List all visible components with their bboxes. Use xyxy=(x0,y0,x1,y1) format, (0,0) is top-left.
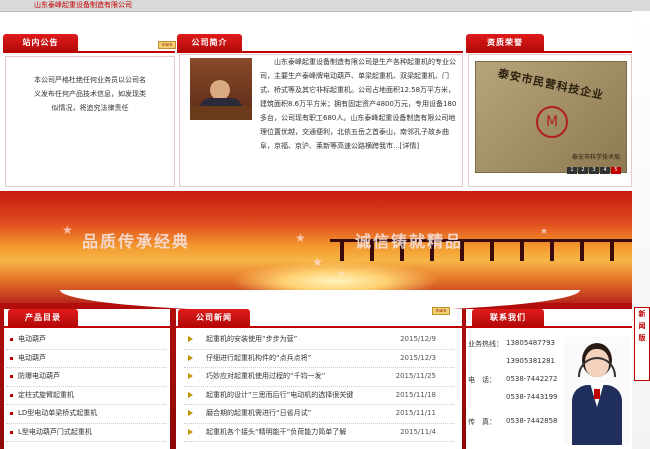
product-item[interactable]: LD型电动单梁桥式起重机 xyxy=(6,405,166,424)
slogan-right: 诚信铸就精品 xyxy=(355,232,464,251)
star-icon: ★ xyxy=(62,223,73,237)
person-head xyxy=(210,80,230,100)
right-margin xyxy=(632,11,650,449)
service-avatar xyxy=(564,337,630,445)
about-panel: 公司简介 山东泰峰起重设备制造有限公司是生产各种起重机的专业公司，主要生产泰峰牌… xyxy=(177,34,463,187)
fax-number: 0538-7442858 xyxy=(506,417,558,425)
contact-info: 业务热线： 13805487793 13905381281 电 话： 0538-… xyxy=(468,331,568,449)
news-title[interactable]: 起重机各个接头“精明能干”负荷能力简单了解 xyxy=(206,424,346,442)
pager-1[interactable]: 1 xyxy=(567,167,577,174)
tie xyxy=(594,389,600,399)
contact-panel: 联系我们 业务热线： 13805487793 13905381281 电 话： … xyxy=(466,309,632,449)
news-title[interactable]: 起重机的安装使用“步步为营” xyxy=(206,331,297,349)
news-item[interactable]: 起重机各个接头“精明能干”负荷能力简单了解 2015/11/4 xyxy=(184,424,454,442)
sound-icon xyxy=(188,336,193,342)
sound-icon xyxy=(188,391,193,398)
news-item[interactable]: 磨合期的起重机需进行“日省月试” 2015/11/11 xyxy=(184,405,454,424)
notice-panel: 站内公告 more 本公司严格杜绝任何业务员以公司名义发布任何产品技术信息，如发… xyxy=(3,34,176,187)
products-divider xyxy=(4,326,170,328)
slogan-left: 品质传承经典 xyxy=(82,232,191,251)
banner: 品质传承经典 诚信铸就精品 ★ ★ ★ ★ ★ xyxy=(0,191,632,303)
hotline-1: 13805487793 xyxy=(506,339,555,347)
news-title[interactable]: 巧妙应对起重机使用过程的“千钧一发” xyxy=(206,368,325,386)
notice-divider xyxy=(3,51,175,53)
fax-label: 传 真： xyxy=(468,418,496,426)
honor-tab[interactable]: 资质荣誉 xyxy=(466,34,544,51)
star-icon: ★ xyxy=(540,227,549,237)
pager-3[interactable]: 3 xyxy=(589,167,599,174)
news-date: 2015/12/9 xyxy=(400,335,436,343)
product-item[interactable]: 防爆电动葫芦 xyxy=(6,368,166,387)
news-title[interactable]: 起重机的设计“三思而后行”电动机的选择很关键 xyxy=(206,387,353,405)
news-title[interactable]: 磨合期的起重机需进行“日省月试” xyxy=(206,405,311,423)
star-icon: ★ xyxy=(312,255,323,269)
plaque-sub: 泰安市科学技术局 xyxy=(571,154,620,161)
news-date: 2015/11/11 xyxy=(395,409,436,417)
company-name: 山东泰峰起重设备制造有限公司 xyxy=(34,1,132,9)
notice-more-button[interactable]: more xyxy=(158,41,176,49)
sound-icon xyxy=(188,428,193,435)
about-divider xyxy=(177,51,463,53)
phone-label: 电 话： xyxy=(468,376,496,384)
product-item[interactable]: 电动葫芦 xyxy=(6,331,166,350)
plaque-text: 泰安市民营科技企业 xyxy=(496,66,606,103)
product-item[interactable]: L型电动葫芦门式起重机 xyxy=(6,424,166,442)
contact-divider xyxy=(466,326,632,328)
honor-divider xyxy=(466,51,632,53)
news-date: 2015/11/18 xyxy=(395,390,436,399)
side-news-tab[interactable]: 新 闻 版 xyxy=(634,307,650,381)
phone-1: 0538-7442272 xyxy=(506,375,558,383)
star-icon: ★ xyxy=(338,269,346,278)
seal-icon: M xyxy=(536,106,568,138)
about-tab[interactable]: 公司简介 xyxy=(177,34,242,51)
honor-plaque: 泰安市民营科技企业 M 泰安市科学技术局 xyxy=(475,61,627,173)
news-item[interactable]: 仔细进行起重机构件的“点兵点将” 2015/12/3 xyxy=(184,350,454,368)
about-text-wrap: 山东泰峰起重设备制造有限公司是生产各种起重机的专业公司，主要生产泰峰牌电动葫芦、… xyxy=(260,55,458,183)
notice-body: 本公司严格杜绝任何业务员以公司名义发布任何产品技术信息，如发现类似情况，将追究法… xyxy=(5,56,175,187)
news-title[interactable]: 仔细进行起重机构件的“点兵点将” xyxy=(206,350,311,368)
about-body: 山东泰峰起重设备制造有限公司是生产各种起重机的专业公司，主要生产泰峰牌电动葫芦、… xyxy=(179,54,463,187)
phone-2: 0538-7443199 xyxy=(506,393,558,401)
pager-4[interactable]: 4 xyxy=(600,167,610,174)
products-list: 电动葫芦 电动葫芦 防爆电动葫芦 定柱式旋臂起重机 LD型电动单梁桥式起重机 L… xyxy=(6,331,166,442)
news-item[interactable]: 巧妙应对起重机使用过程的“千钧一发” 2015/11/25 xyxy=(184,368,454,387)
pager-5[interactable]: 5 xyxy=(611,167,621,174)
news-divider xyxy=(176,326,462,328)
news-item[interactable]: 起重机的设计“三思而后行”电动机的选择很关键 2015/11/18 xyxy=(184,387,454,405)
news-date: 2015/11/25 xyxy=(395,372,436,380)
about-text: 山东泰峰起重设备制造有限公司是生产各种起重机的专业公司，主要生产泰峰牌电动葫芦、… xyxy=(260,58,457,150)
news-date: 2015/11/4 xyxy=(400,427,436,436)
news-tab[interactable]: 公司新闻 xyxy=(178,309,250,326)
honor-panel: 资质荣誉 泰安市民营科技企业 M 泰安市科学技术局 1 2 3 4 5 xyxy=(466,34,632,187)
product-item[interactable]: 定柱式旋臂起重机 xyxy=(6,387,166,405)
hotline-2: 13905381281 xyxy=(506,357,555,365)
honor-body: 泰安市民营科技企业 M 泰安市科学技术局 1 2 3 4 5 xyxy=(468,54,632,187)
news-item[interactable]: 起重机的安装使用“步步为营” 2015/12/9 xyxy=(184,331,454,350)
news-date: 2015/12/3 xyxy=(400,353,436,362)
side-tab-label: 新 闻 版 xyxy=(638,310,646,342)
products-panel: 产品目录 电动葫芦 电动葫芦 防爆电动葫芦 定柱式旋臂起重机 LD型电动单梁桥式… xyxy=(4,309,170,449)
contact-tab[interactable]: 联系我们 xyxy=(472,309,544,326)
star-icon: ★ xyxy=(295,231,306,245)
hotline-label: 业务热线： xyxy=(468,340,503,348)
sound-icon xyxy=(188,354,193,361)
sound-icon xyxy=(188,373,193,379)
desk xyxy=(190,106,252,120)
pager-2[interactable]: 2 xyxy=(578,167,588,174)
office-photo xyxy=(190,58,252,120)
news-panel: 公司新闻 more 起重机的安装使用“步步为营” 2015/12/9 仔细进行起… xyxy=(176,307,462,449)
notice-text: 本公司严格杜绝任何业务员以公司名义发布任何产品技术信息，如发现类似情况，将追究法… xyxy=(34,76,146,112)
sound-icon xyxy=(188,410,193,416)
news-more-button[interactable]: more xyxy=(432,307,450,315)
notice-tab[interactable]: 站内公告 xyxy=(3,34,78,51)
product-item[interactable]: 电动葫芦 xyxy=(6,350,166,368)
products-tab[interactable]: 产品目录 xyxy=(8,309,78,326)
news-list: 起重机的安装使用“步步为营” 2015/12/9 仔细进行起重机构件的“点兵点将… xyxy=(184,331,454,442)
